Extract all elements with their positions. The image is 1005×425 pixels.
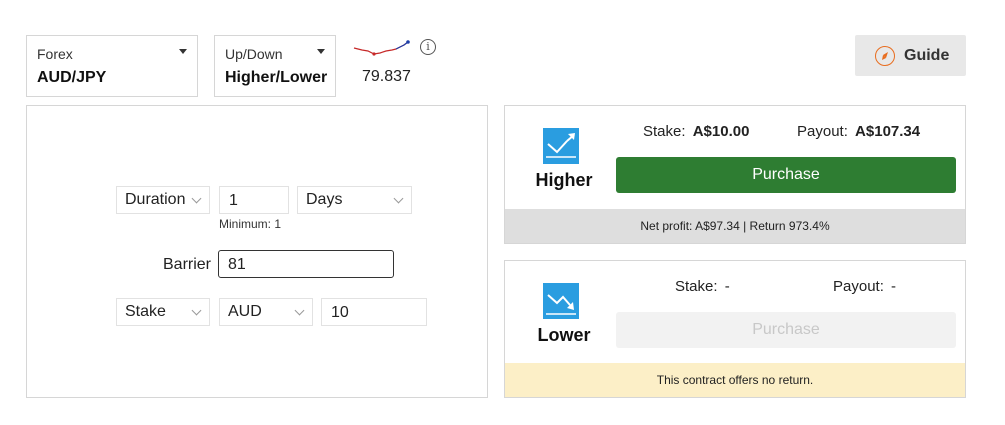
lower-stake-value: - <box>724 278 730 295</box>
trade-type-value: Higher/Lower <box>225 69 328 86</box>
lower-stake-label: Stake: <box>675 278 718 295</box>
chevron-down-icon <box>294 305 305 316</box>
chevron-down-icon <box>191 193 202 204</box>
lower-stake: Stake: - <box>675 278 730 295</box>
guide-button[interactable]: Guide <box>855 35 966 76</box>
trade-type-category: Up/Down <box>225 46 283 62</box>
duration-label: Duration <box>125 191 186 208</box>
barrier-input[interactable]: 81 <box>218 250 394 278</box>
lower-purchase-button[interactable]: Purchase <box>616 312 956 348</box>
higher-net-profit: Net profit: A$97.34 | Return 973.4% <box>505 209 965 243</box>
higher-stake-value: A$10.00 <box>692 123 750 140</box>
trend-down-icon <box>543 283 579 319</box>
amount-type-select[interactable]: Stake <box>116 298 210 326</box>
barrier-label: Barrier <box>163 256 212 273</box>
lower-contract-card: Lower Stake: - Payout: - Purchase This c… <box>504 260 966 398</box>
higher-stake: Stake: A$10.00 <box>643 123 749 140</box>
lower-payout-value: - <box>891 278 897 295</box>
lower-payout-label: Payout: <box>833 278 884 295</box>
lower-label: Lower <box>537 325 591 345</box>
duration-minimum: Minimum: 1 <box>219 217 282 231</box>
lower-no-return-notice: This contract offers no return. <box>505 363 965 397</box>
duration-unit: Days <box>306 191 343 208</box>
spot-price: 79.837 <box>362 68 411 85</box>
duration-unit-select[interactable]: Days <box>297 186 412 214</box>
higher-payout-label: Payout: <box>797 123 848 140</box>
stake-input[interactable]: 10 <box>321 298 427 326</box>
chevron-down-icon <box>191 305 202 316</box>
higher-contract-card: Higher Stake: A$10.00 Payout: A$107.34 P… <box>504 105 966 244</box>
caret-down-icon <box>317 49 325 54</box>
higher-payout-value: A$107.34 <box>855 123 921 140</box>
currency-select[interactable]: AUD <box>219 298 313 326</box>
higher-label: Higher <box>535 170 593 190</box>
trend-up-icon <box>543 128 579 164</box>
market-symbol: AUD/JPY <box>37 69 107 86</box>
market-category: Forex <box>37 46 73 62</box>
currency-value: AUD <box>228 303 262 320</box>
duration-type-select[interactable]: Duration <box>116 186 210 214</box>
higher-payout: Payout: A$107.34 <box>797 123 920 140</box>
higher-purchase-button[interactable]: Purchase <box>616 157 956 193</box>
price-sparkline <box>353 40 410 56</box>
duration-input[interactable]: 1 <box>219 186 289 214</box>
market-selector[interactable]: Forex AUD/JPY <box>26 35 198 97</box>
compass-icon <box>875 46 895 66</box>
guide-label: Guide <box>904 47 950 64</box>
contract-form: Duration 1 Days Minimum: 1 Barrier 81 St… <box>26 105 488 398</box>
lower-payout: Payout: - <box>833 278 896 295</box>
stake-label: Stake <box>125 303 166 320</box>
caret-down-icon <box>179 49 187 54</box>
higher-stake-label: Stake: <box>643 123 686 140</box>
chevron-down-icon <box>393 193 404 204</box>
info-icon[interactable]: i <box>420 39 436 55</box>
trade-type-selector[interactable]: Up/Down Higher/Lower <box>214 35 336 97</box>
